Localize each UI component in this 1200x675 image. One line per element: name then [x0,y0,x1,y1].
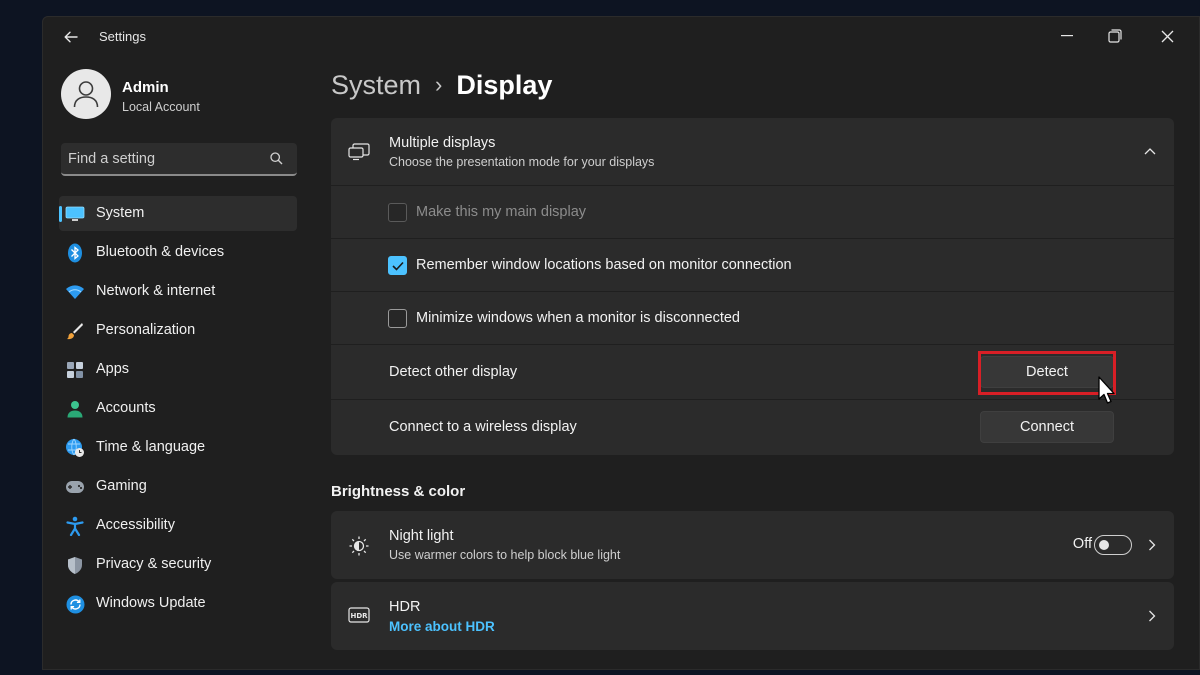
sidebar-item-network[interactable]: Network & internet [59,274,297,309]
sidebar-item-bluetooth[interactable]: Bluetooth & devices [59,235,297,270]
accessibility-icon [65,516,85,536]
multiple-displays-subtitle: Choose the presentation mode for your di… [389,155,655,169]
remember-locations-label: Remember window locations based on monit… [416,257,792,273]
sidebar-item-time-language[interactable]: Time & language [59,430,297,465]
apps-icon [65,360,85,380]
sidebar-item-label: Bluetooth & devices [96,244,225,260]
sidebar-item-label: Accessibility [96,517,175,533]
detect-display-row: Detect other display Detect [331,344,1174,399]
minimize-windows-row: Minimize windows when a monitor is disco… [331,291,1174,344]
sidebar-item-label: Windows Update [96,595,206,611]
night-light-state: Off [1072,536,1092,552]
person-icon [65,399,85,419]
main-display-row: Make this my main display [331,185,1174,238]
remember-locations-row: Remember window locations based on monit… [331,238,1174,291]
window-title: Settings [99,29,146,44]
update-icon [65,594,85,614]
avatar [61,69,111,119]
monitor-icon [65,204,85,224]
hdr-icon: HDR [348,607,370,623]
breadcrumb: System › Display [331,65,552,105]
sidebar-item-label: Accounts [96,400,156,416]
sidebar-item-label: Time & language [96,439,206,455]
sidebar-item-label: Privacy & security [96,556,212,572]
chevron-up-icon[interactable] [1144,147,1156,155]
user-profile[interactable]: Admin Local Account [61,69,301,121]
sidebar-item-accounts[interactable]: Accounts [59,391,297,426]
gamepad-icon [65,477,85,497]
night-light-title: Night light [389,528,454,544]
more-about-hdr-link[interactable]: More about HDR [389,619,495,634]
mouse-cursor-icon [1098,376,1115,404]
chevron-right-icon[interactable] [1148,539,1156,551]
breadcrumb-parent[interactable]: System [331,70,421,101]
sidebar-item-label: Network & internet [96,283,216,299]
toggle-knob [1099,540,1109,550]
sidebar-item-windows-update[interactable]: Windows Update [59,586,297,621]
hdr-card[interactable]: HDR HDR More about HDR [331,582,1174,650]
search-icon [270,152,283,165]
connect-button[interactable]: Connect [980,411,1114,443]
restore-icon [1108,29,1122,43]
wireless-display-label: Connect to a wireless display [389,419,577,435]
multiple-displays-card: Multiple displays Choose the presentatio… [331,118,1174,455]
checkmark-icon [391,261,404,271]
sun-icon [349,536,369,556]
minimize-windows-label: Minimize windows when a monitor is disco… [416,310,740,326]
close-icon [1161,30,1173,42]
settings-window: Settings Admin Local Account Find a sett… [42,16,1200,670]
minimize-button[interactable] [1047,23,1087,49]
night-light-card[interactable]: Night light Use warmer colors to help bl… [331,511,1174,579]
search-placeholder: Find a setting [68,151,156,167]
globe-clock-icon [65,438,85,458]
remember-locations-checkbox[interactable] [388,256,407,275]
sidebar-item-label: System [96,205,145,221]
svg-text:HDR: HDR [350,612,368,620]
profile-name: Admin [122,79,169,96]
brightness-color-heading: Brightness & color [331,483,466,500]
sidebar-item-apps[interactable]: Apps [59,352,297,387]
wireless-display-row: Connect to a wireless display Connect [331,399,1174,455]
night-light-subtitle: Use warmer colors to help block blue lig… [389,548,621,562]
profile-account-type: Local Account [122,100,200,114]
multiple-displays-icon [348,143,370,161]
sidebar-item-gaming[interactable]: Gaming [59,469,297,504]
sidebar-item-accessibility[interactable]: Accessibility [59,508,297,543]
sidebar-item-privacy-security[interactable]: Privacy & security [59,547,297,582]
multiple-displays-title: Multiple displays [389,135,496,151]
sidebar-item-personalization[interactable]: Personalization [59,313,297,348]
detect-display-label: Detect other display [389,364,518,380]
main-display-label: Make this my main display [416,204,587,220]
back-arrow-icon [64,31,78,43]
minimize-icon [1061,35,1073,37]
sidebar-item-system[interactable]: System [59,196,297,231]
sidebar-item-label: Gaming [96,478,147,494]
sidebar-item-label: Apps [96,361,130,377]
search-input[interactable]: Find a setting [61,143,297,176]
hdr-title: HDR [389,599,421,615]
back-button[interactable] [57,26,85,48]
sidebar-item-label: Personalization [96,322,196,338]
highlight-box [978,351,1116,395]
wifi-icon [65,282,85,302]
breadcrumb-separator: › [435,72,443,97]
page-title: Display [456,69,553,100]
shield-icon [65,555,85,575]
person-icon [73,81,99,108]
sidebar-nav: System Bluetooth & devices Network & int… [59,196,297,625]
bluetooth-icon [65,243,85,263]
chevron-right-icon[interactable] [1148,610,1156,622]
restore-button[interactable] [1095,23,1135,49]
title-bar: Settings [43,17,1199,57]
night-light-toggle[interactable] [1094,535,1132,555]
brush-icon [65,321,85,341]
main-display-checkbox[interactable] [388,203,407,222]
minimize-windows-checkbox[interactable] [388,309,407,328]
close-button[interactable] [1147,23,1187,49]
multiple-displays-header[interactable]: Multiple displays Choose the presentatio… [331,118,1174,185]
